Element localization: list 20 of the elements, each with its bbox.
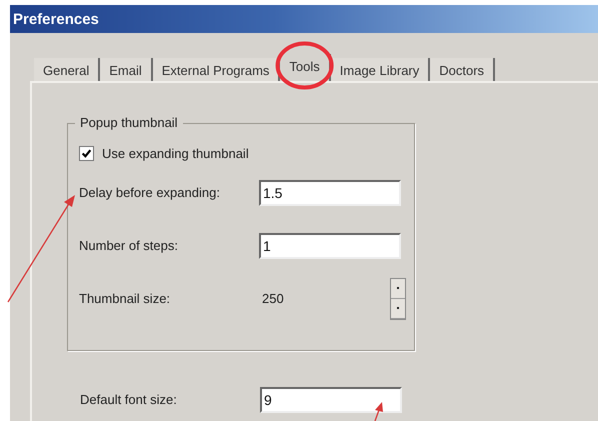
group-title: Popup thumbnail bbox=[75, 115, 183, 130]
tab[interactable]: Image Library bbox=[330, 58, 430, 81]
tab[interactable]: External Programs bbox=[152, 58, 280, 81]
tab[interactable]: Email bbox=[100, 58, 153, 81]
tab[interactable]: General bbox=[34, 58, 100, 81]
input-field[interactable]: 1 bbox=[259, 232, 401, 258]
highlight-circle bbox=[276, 42, 334, 90]
field-label: Delay before expanding: bbox=[79, 185, 221, 200]
annotation-arrow bbox=[374, 402, 383, 421]
input-field[interactable]: 1.5 bbox=[259, 180, 401, 206]
field-label: Number of steps: bbox=[79, 238, 179, 253]
value-text: 250 bbox=[261, 291, 285, 306]
checkbox-label: Use expanding thumbnail bbox=[102, 146, 249, 160]
spin-buttons[interactable] bbox=[390, 278, 406, 320]
input-field[interactable]: 9 bbox=[260, 386, 402, 412]
tab[interactable]: Doctors bbox=[430, 58, 496, 81]
window-title: Preferences bbox=[13, 10, 99, 28]
field-label: Thumbnail size: bbox=[79, 291, 172, 306]
field-label: Default font size: bbox=[80, 392, 178, 407]
checkbox[interactable] bbox=[79, 146, 94, 160]
